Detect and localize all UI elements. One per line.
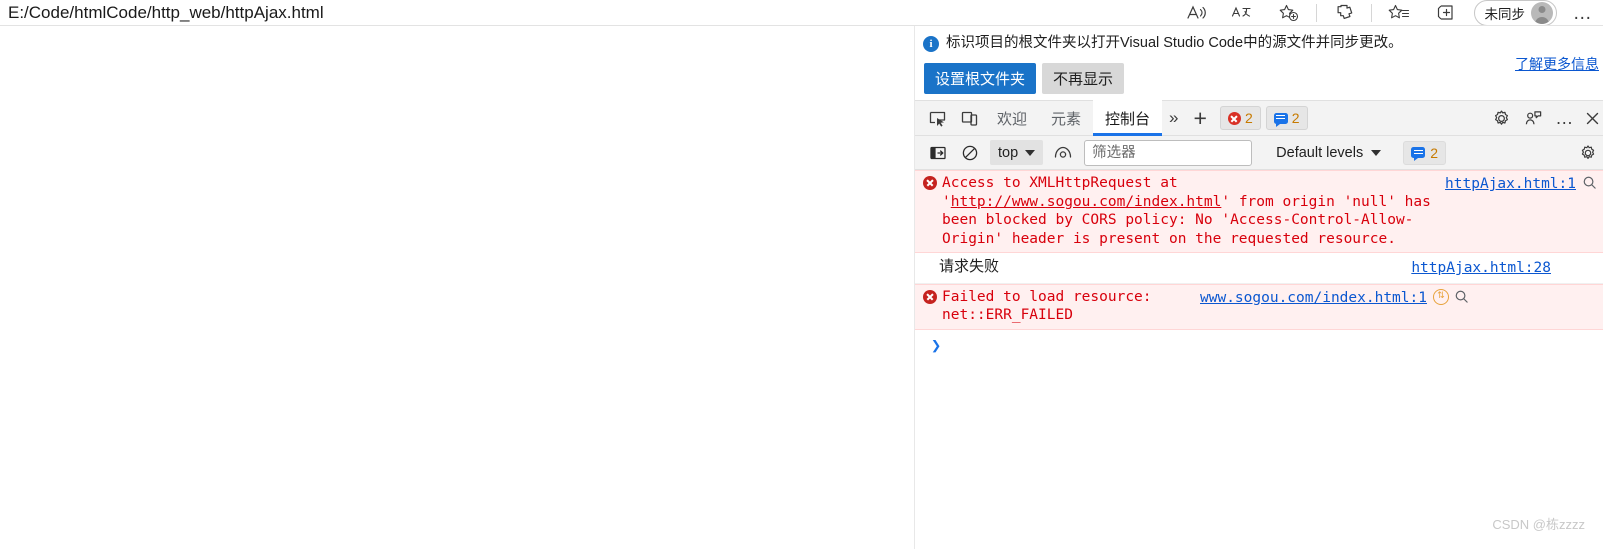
browser-toolbar-icons: 未同步 …: [1174, 0, 1603, 26]
dont-show-again-button[interactable]: 不再显示: [1042, 63, 1125, 94]
error-count: 2: [1244, 110, 1253, 126]
console-filter-input[interactable]: [1084, 139, 1253, 166]
tab-console[interactable]: 控制台: [1093, 100, 1163, 136]
console-sidebar-icon[interactable]: [923, 139, 953, 167]
devtools-panel: i 标识项目的根文件夹以打开Visual Studio Code中的源文件并同步…: [914, 26, 1603, 549]
console-message-text-cors: Access to XMLHttpRequest at 'http://www.…: [942, 174, 1437, 248]
source-link-cors[interactable]: httpAjax.html:1: [1445, 175, 1576, 194]
error-icon-cors: [923, 176, 937, 190]
profile-sync-label: 未同步: [1484, 7, 1526, 22]
log-levels-value: Default levels: [1276, 144, 1364, 161]
source-link-failed[interactable]: www.sogou.com/index.html:1: [1200, 289, 1427, 308]
message-icon: [1273, 112, 1288, 127]
source-link-log[interactable]: httpAjax.html:28: [1411, 259, 1551, 278]
devtools-more-menu-icon[interactable]: …: [1549, 103, 1581, 133]
csdn-watermark: CSDN @栋zzzz: [1492, 517, 1585, 532]
banner-message-row: i 标识项目的根文件夹以打开Visual Studio Code中的源文件并同步…: [923, 34, 1597, 53]
collections-icon[interactable]: [1321, 0, 1367, 26]
console-message-text-log: 请求失败: [939, 258, 1000, 275]
learn-more-link[interactable]: 了解更多信息: [1515, 54, 1599, 74]
browser-window: E:/Code/htmlCode/http_web/httpAjax.html: [0, 0, 1603, 549]
page-viewport: [0, 26, 914, 549]
browser-more-menu-icon[interactable]: …: [1563, 0, 1603, 26]
error-icon: [1227, 111, 1241, 125]
toolbar-divider-2: [1370, 4, 1372, 22]
tab-welcome[interactable]: 欢迎: [985, 100, 1039, 136]
execution-context-dropdown[interactable]: top: [990, 140, 1044, 165]
feedback-icon[interactable]: [1517, 103, 1549, 133]
tab-elements-label: 元素: [1051, 110, 1082, 128]
message-count-badge[interactable]: 2: [1265, 106, 1308, 130]
console-message-text-failed: Failed to load resource: net::ERR_FAILED: [942, 288, 1161, 324]
banner-buttons: 设置根文件夹 不再显示: [924, 63, 1597, 94]
network-request-icon[interactable]: ⇅: [1432, 288, 1449, 305]
set-root-folder-button[interactable]: 设置根文件夹: [924, 63, 1037, 94]
settings-gear-icon[interactable]: [1485, 103, 1517, 133]
search-icon-failed[interactable]: [1454, 289, 1469, 304]
translate-icon[interactable]: [1220, 0, 1266, 26]
more-tabs-chevron-icon[interactable]: »: [1162, 108, 1185, 128]
message-count: 2: [1291, 110, 1300, 126]
devtools-tabstrip-right: …: [1485, 103, 1603, 133]
chevron-down-icon-levels: [1371, 149, 1382, 156]
live-expression-icon[interactable]: [1048, 139, 1078, 167]
tab-console-label: 控制台: [1105, 110, 1151, 128]
profile-avatar: [1531, 2, 1553, 24]
split-screen-icon[interactable]: [1422, 0, 1468, 26]
read-aloud-icon[interactable]: [1174, 0, 1220, 26]
console-message-row-log[interactable]: 请求失败 httpAjax.html:28: [915, 253, 1603, 284]
console-prompt-row[interactable]: ❯: [915, 330, 1603, 362]
search-icon-cors[interactable]: [1582, 175, 1597, 190]
clear-console-icon[interactable]: [955, 139, 985, 167]
console-message-list: Access to XMLHttpRequest at 'http://www.…: [915, 170, 1603, 549]
vscode-workspace-banner: i 标识项目的根文件夹以打开Visual Studio Code中的源文件并同步…: [915, 26, 1603, 100]
row-icons-failed: ⇅: [1432, 288, 1469, 305]
console-message-count: 2: [1430, 144, 1439, 161]
cors-request-url-link[interactable]: http://www.sogou.com/index.html: [951, 194, 1222, 210]
info-icon: i: [923, 36, 939, 52]
message-icon-toolbar: [1411, 147, 1426, 161]
devtools-tab-strip: 欢迎 元素 控制台 » + 2 2 …: [915, 100, 1603, 136]
add-favorite-icon[interactable]: [1266, 0, 1312, 26]
banner-message: 标识项目的根文件夹以打开Visual Studio Code中的源文件并同步更改…: [946, 35, 1403, 51]
address-bar-url[interactable]: E:/Code/htmlCode/http_web/httpAjax.html: [0, 0, 324, 26]
console-settings-icon[interactable]: [1573, 139, 1603, 167]
add-panel-button[interactable]: +: [1186, 106, 1215, 130]
log-levels-dropdown[interactable]: Default levels: [1268, 140, 1389, 165]
tab-elements[interactable]: 元素: [1039, 100, 1093, 136]
console-message-row-error-cors[interactable]: Access to XMLHttpRequest at 'http://www.…: [915, 170, 1603, 253]
console-toolbar-right: [1573, 139, 1603, 167]
chevron-down-icon: [1025, 149, 1036, 156]
inspect-element-icon[interactable]: [921, 103, 953, 133]
console-message-row-error-failed[interactable]: Failed to load resource: net::ERR_FAILED…: [915, 283, 1603, 330]
error-icon-failed: [923, 289, 937, 304]
execution-context-value: top: [998, 144, 1019, 161]
device-toolbar-icon[interactable]: [953, 103, 985, 133]
error-count-badge[interactable]: 2: [1219, 106, 1261, 130]
favorites-icon[interactable]: [1376, 0, 1422, 26]
console-toolbar: top Default levels 2: [915, 136, 1603, 170]
browser-toolbar: E:/Code/htmlCode/http_web/httpAjax.html: [0, 0, 1603, 26]
profile-sync-button[interactable]: 未同步: [1473, 0, 1557, 26]
console-message-badge[interactable]: 2: [1403, 140, 1447, 165]
close-devtools-icon[interactable]: [1581, 103, 1603, 133]
toolbar-divider-1: [1315, 4, 1317, 22]
tab-welcome-label: 欢迎: [997, 110, 1028, 128]
console-prompt-chevron-icon: ❯: [931, 335, 942, 356]
row-icons-cors: [1582, 175, 1597, 190]
